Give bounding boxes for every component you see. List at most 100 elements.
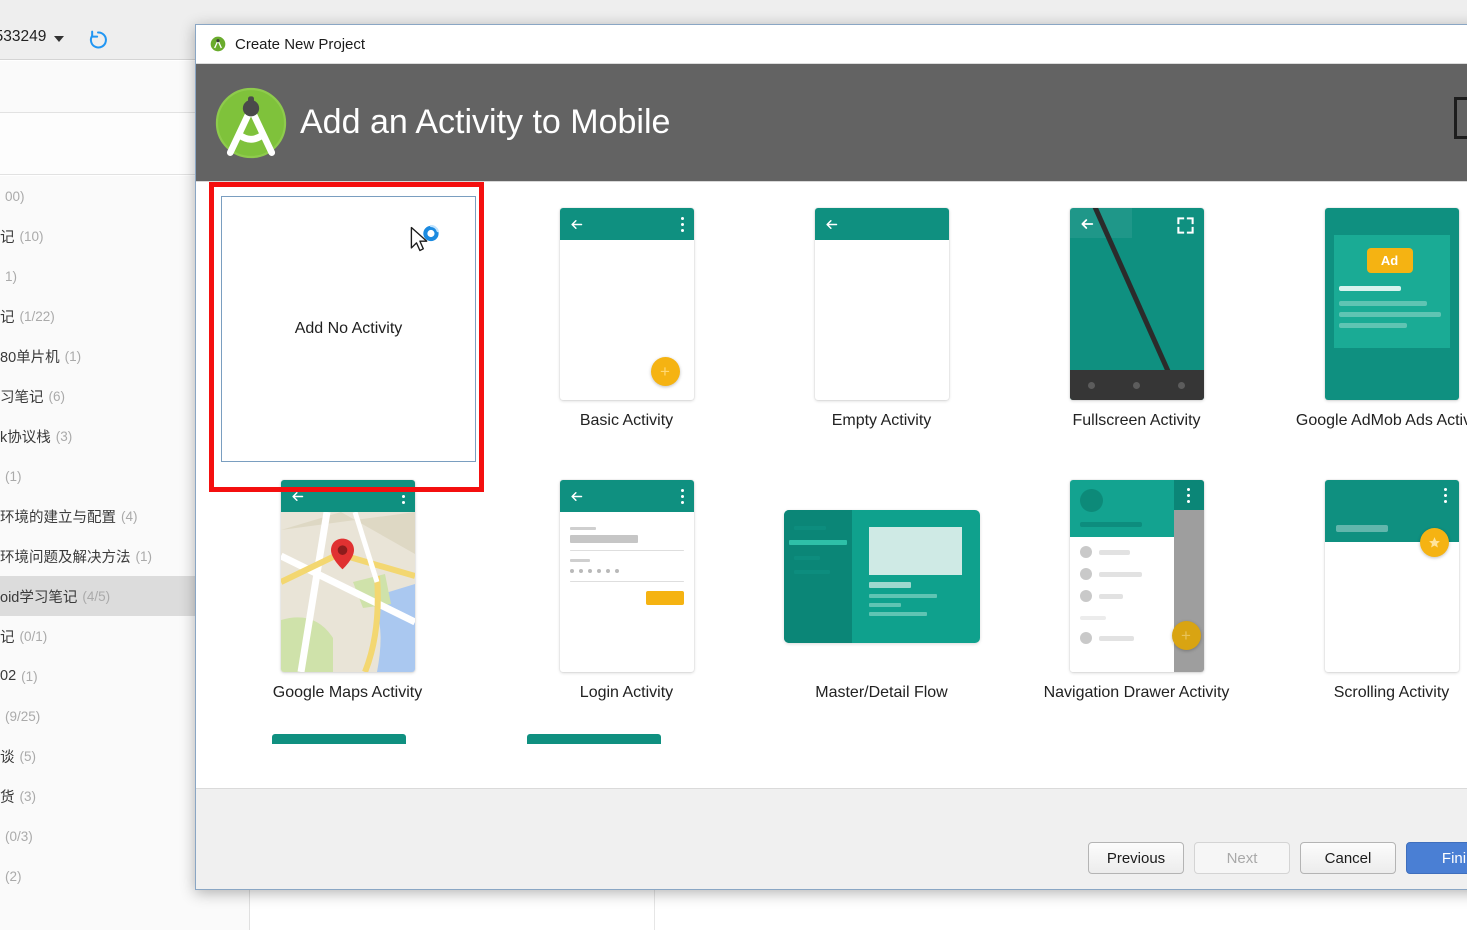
drawer-item: [1079, 546, 1130, 558]
app-bar: [814, 208, 949, 240]
next-button: Next: [1194, 842, 1290, 874]
admob-activity-thumbnail: Ad: [1324, 208, 1459, 400]
account-name-line: [1079, 522, 1142, 527]
background-list-item-label: 习笔记: [0, 389, 44, 406]
thumbnail-container: +: [1009, 462, 1264, 690]
field-label-line: [569, 527, 596, 530]
drawer-item: [1079, 632, 1134, 644]
background-list-item-count: (4): [121, 508, 138, 524]
sync-icon[interactable]: [88, 30, 108, 50]
busy-spinner-cursor-icon: [410, 225, 439, 252]
map-pin-icon: [330, 538, 354, 570]
background-list-item-label: oid学习笔记: [0, 589, 78, 606]
partial-thumbnail: [272, 734, 406, 744]
placeholder-line: [1338, 301, 1427, 306]
background-list-item-label: 环境问题及解决方法: [0, 549, 131, 566]
toolbar-title-line: [1335, 525, 1388, 532]
dialog-titlebar: Create New Project: [196, 25, 1467, 64]
no-activity-card[interactable]: Add No Activity: [221, 196, 476, 462]
dialog-header-banner: Add an Activity to Mobile: [196, 64, 1467, 181]
activity-card-login-activity[interactable]: Login Activity: [499, 462, 754, 734]
partial-thumbnail: [527, 734, 661, 744]
background-list-item-count: (1): [64, 348, 82, 364]
admob-canvas: Ad: [1324, 208, 1459, 400]
no-activity-label: Add No Activity: [294, 320, 403, 337]
back-arrow-icon: [1080, 219, 1093, 229]
menu-item-label-line: [1098, 549, 1130, 555]
list-item-line: [793, 555, 820, 560]
list-item-line: [793, 569, 830, 574]
back-arrow-icon: [825, 219, 837, 229]
detail-line: [868, 611, 927, 616]
background-list-item-count: (2): [5, 868, 22, 884]
placeholder-line: [1338, 286, 1401, 291]
app-bar: [280, 480, 415, 512]
activity-card-empty-activity[interactable]: Empty Activity: [754, 190, 1009, 462]
dialog-title: Create New Project: [235, 35, 366, 53]
activity-template-gallery[interactable]: Add No Activity + Basic Activity Empty A…: [196, 181, 1467, 788]
drawer-item: [1079, 568, 1142, 580]
ad-card: Ad: [1333, 235, 1450, 348]
cancel-button[interactable]: Cancel: [1300, 842, 1396, 874]
thumbnail-container: [754, 190, 1009, 418]
activity-card-navigation-drawer-activity[interactable]: + Navigation Drawer Activity: [1009, 462, 1264, 734]
back-arrow-icon: [570, 219, 582, 229]
field-label-line: [569, 559, 590, 562]
background-list-item-label: k协议栈: [0, 429, 51, 446]
menu-item-label-line: [1098, 571, 1142, 577]
expand-fullscreen-icon: [1176, 217, 1194, 234]
background-list-item-count: (6): [48, 388, 66, 404]
background-list-item-label: 80单片机: [0, 349, 60, 366]
previous-button[interactable]: Previous: [1088, 842, 1184, 874]
master-detail-thumbnail: [783, 509, 980, 643]
activity-card-master-detail-flow[interactable]: Master/Detail Flow: [754, 462, 1009, 734]
sign-in-button-shape: [645, 591, 684, 605]
thumbnail-container: [499, 462, 754, 690]
star-icon: [1428, 537, 1440, 548]
square-outline-icon[interactable]: [1454, 97, 1467, 139]
background-list-item-label: 记: [0, 229, 15, 246]
dialog-header-title: Add an Activity to Mobile: [300, 103, 671, 141]
thumbnail-container: +: [499, 190, 754, 418]
thumbnail-container: Ad: [1264, 190, 1467, 418]
menu-item-icon: [1079, 632, 1092, 644]
map-graphic: [280, 512, 415, 672]
google-maps-activity-thumbnail: [280, 480, 415, 672]
background-list-item-count: (3): [19, 788, 37, 804]
account-label: 0533249: [0, 28, 47, 45]
background-list-item-count: 1): [5, 268, 18, 284]
account-dropdown[interactable]: 0533249: [0, 28, 65, 46]
activity-grid-row-partial: [196, 734, 1467, 748]
list-item-line: [793, 525, 826, 530]
background-list-item-label: 记: [0, 309, 15, 326]
menu-item-label-line: [1098, 593, 1123, 599]
activity-card-google-maps-activity[interactable]: Google Maps Activity: [196, 462, 499, 734]
floating-action-button-icon: [1419, 528, 1449, 557]
thumbnail-container: [1009, 190, 1264, 418]
activity-card-admob-activity[interactable]: Ad Google AdMob Ads Activity: [1264, 190, 1467, 462]
navigation-bar: [1069, 370, 1204, 400]
overflow-menu-icon: [681, 216, 685, 232]
finish-button[interactable]: Fini: [1406, 842, 1467, 874]
menu-item-label-line: [1098, 635, 1134, 641]
overflow-menu-icon: [402, 488, 406, 504]
app-bar: [559, 208, 694, 240]
background-list-item-count: 00): [5, 188, 25, 204]
app-bar-behind-drawer: [1173, 480, 1204, 510]
thumbnail-container: [196, 462, 499, 690]
ad-badge: Ad: [1366, 248, 1413, 273]
placeholder-line: [1338, 312, 1441, 317]
back-arrow-icon: [570, 491, 582, 501]
drawer-panel: [1069, 480, 1174, 672]
activity-card-basic-activity[interactable]: + Basic Activity: [499, 190, 754, 462]
background-list-item-count: (10): [19, 228, 44, 244]
menu-item-icon: [1079, 546, 1092, 558]
background-list-item-label: 02: [0, 668, 17, 684]
activity-card-fullscreen-activity[interactable]: Fullscreen Activity: [1009, 190, 1264, 462]
login-activity-thumbnail: [559, 480, 694, 672]
email-field-value: [569, 535, 638, 543]
background-list-item-count: (1): [5, 468, 22, 484]
activity-card-no-activity[interactable]: Add No Activity: [196, 182, 499, 492]
activity-card-scrolling-activity[interactable]: Scrolling Activity: [1264, 462, 1467, 734]
field-underline: [569, 550, 684, 551]
